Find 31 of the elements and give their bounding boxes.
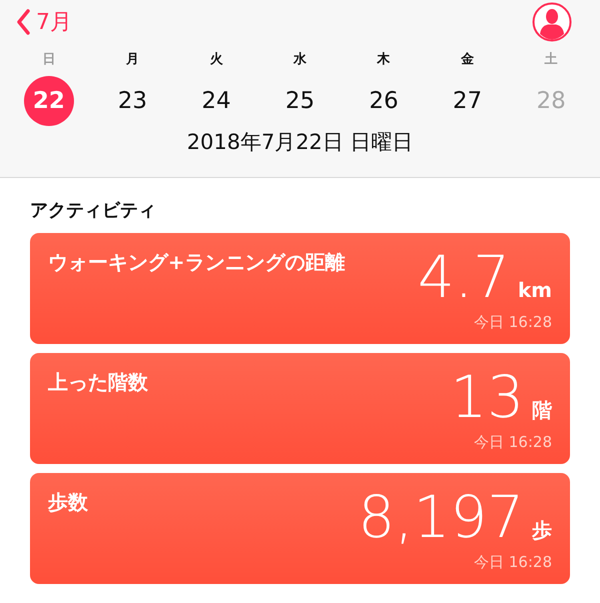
activity-card[interactable]: 歩数 8,197 歩 今日 16:28 [30,473,570,584]
weekday-label: 水 [293,51,306,68]
calendar-day[interactable]: 27 [442,76,492,126]
activity-card[interactable]: 上った階数 13 階 今日 16:28 [30,353,570,464]
metric-unit: km [518,278,552,302]
card-title: 歩数 [48,489,88,516]
calendar-day[interactable]: 24 [191,76,242,126]
back-button[interactable]: 7月 [16,7,72,37]
calendar-day[interactable]: 26 [358,76,409,126]
card-title: ウォーキング+ランニングの距離 [48,249,345,276]
weekday-label: 日 [42,51,56,68]
timestamp: 今日 16:28 [474,553,552,572]
metric-value: 13 [450,363,524,431]
section-title: アクティビティ [30,199,157,222]
calendar-day[interactable]: 22 [24,76,74,126]
calendar-day[interactable]: 23 [108,76,158,126]
metric-unit: 歩 [532,517,552,544]
calendar-day[interactable]: 25 [274,76,325,126]
timestamp: 今日 16:28 [474,433,552,452]
metric-unit: 階 [532,397,552,424]
weekday-label: 土 [544,51,558,68]
metric-value: 4.7 [418,243,510,311]
weekday-label: 月 [126,51,140,68]
weekday-label: 火 [210,51,223,68]
date-title: 2018年7月22日 日曜日 [186,129,414,156]
metric-value: 8,197 [358,483,524,551]
activity-card[interactable]: ウォーキング+ランニングの距離 4.7 km 今日 16:28 [30,233,570,344]
timestamp: 今日 16:28 [474,313,552,332]
weekday-label: 金 [460,51,474,68]
card-title: 上った階数 [48,369,148,396]
weekday-label: 木 [377,51,390,68]
